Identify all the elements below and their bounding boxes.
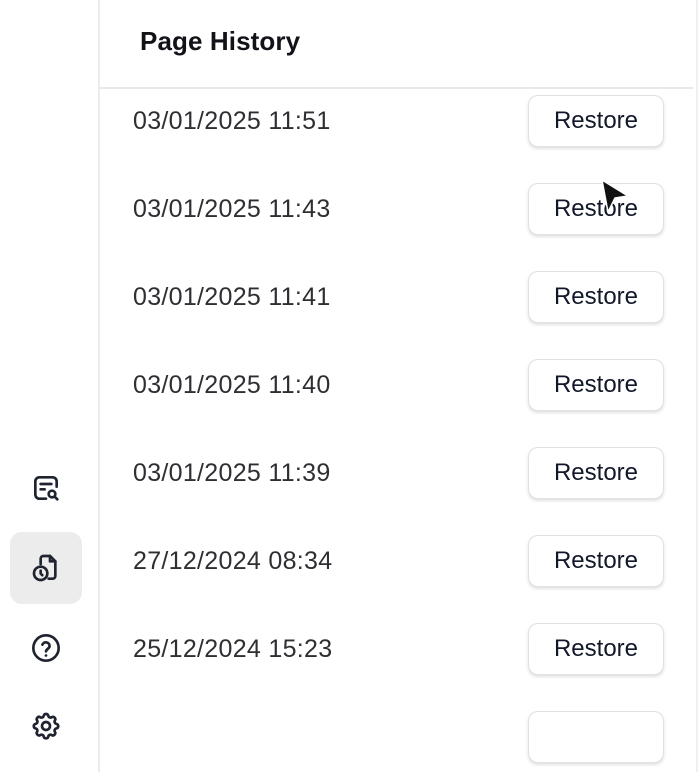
history-entry xyxy=(100,663,693,763)
app-window: Page History 03/01/2025 11:51 Restore 03… xyxy=(0,0,700,772)
sidebar-item-settings[interactable] xyxy=(10,690,82,762)
history-timestamp: 03/01/2025 11:41 xyxy=(133,283,331,311)
sidebar-item-search-notes[interactable] xyxy=(10,452,82,524)
history-timestamp: 03/01/2025 11:39 xyxy=(133,459,331,487)
history-entry: 25/12/2024 15:23 Restore xyxy=(100,575,693,675)
note-search-icon xyxy=(34,476,59,501)
history-timestamp: 25/12/2024 15:23 xyxy=(133,635,333,663)
history-timestamp: 03/01/2025 11:43 xyxy=(133,195,331,223)
history-timestamp: 03/01/2025 11:51 xyxy=(133,107,331,135)
history-entry: 03/01/2025 11:39 Restore xyxy=(100,399,693,499)
history-timestamp: 27/12/2024 08:34 xyxy=(133,547,333,575)
sidebar-rail xyxy=(0,0,100,772)
scrollbar-track-line xyxy=(696,0,698,772)
help-circle-icon xyxy=(32,634,60,662)
history-entry: 27/12/2024 08:34 Restore xyxy=(100,487,693,587)
history-entry: 03/01/2025 11:51 Restore xyxy=(100,47,693,147)
sidebar-item-help[interactable] xyxy=(10,612,82,684)
history-entry: 03/01/2025 11:43 Restore xyxy=(100,135,693,235)
history-entry: 03/01/2025 11:41 Restore xyxy=(100,223,693,323)
history-timestamp: 03/01/2025 11:40 xyxy=(133,371,331,399)
file-clock-icon xyxy=(32,554,57,582)
gear-icon xyxy=(32,712,60,740)
history-entry: 03/01/2025 11:40 Restore xyxy=(100,311,693,411)
restore-button[interactable] xyxy=(528,711,664,763)
sidebar-item-page-history[interactable] xyxy=(10,532,82,604)
